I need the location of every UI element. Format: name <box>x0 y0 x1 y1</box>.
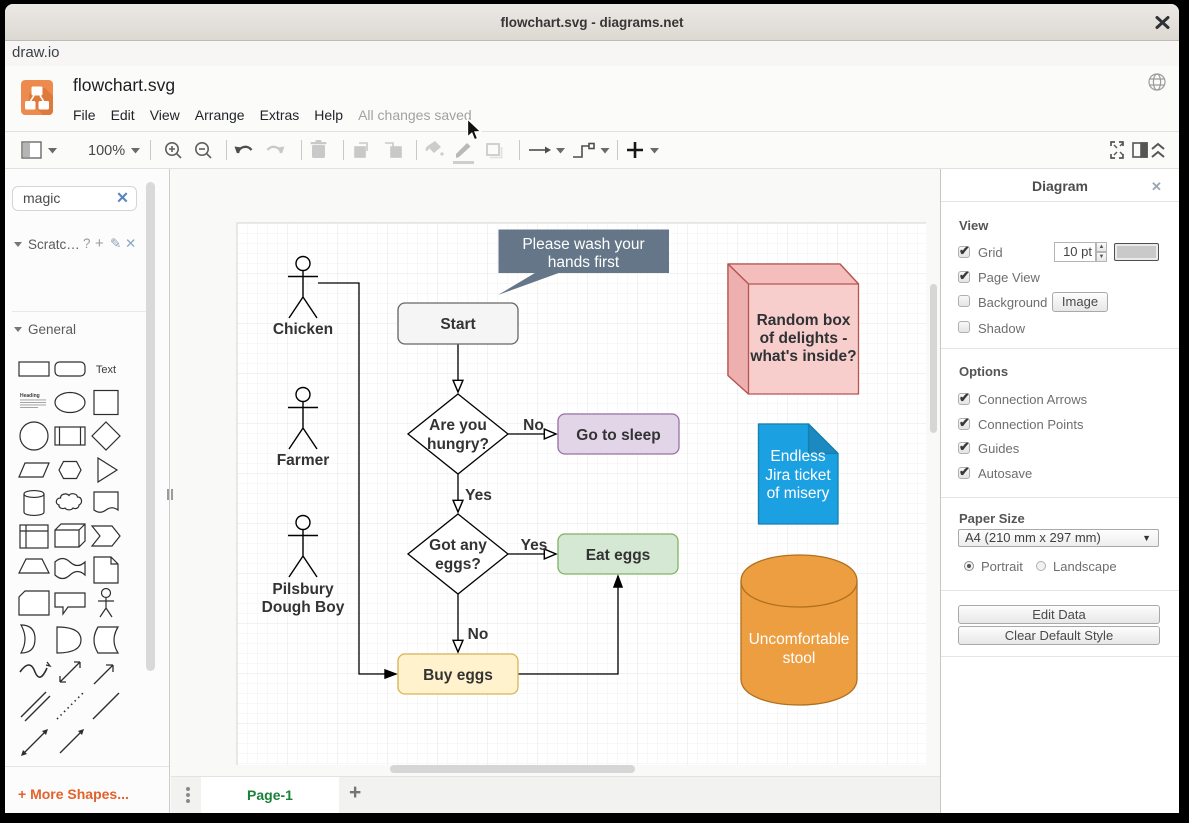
svg-text:what's inside?: what's inside? <box>749 348 856 365</box>
svg-text:Random box: Random box <box>757 312 851 329</box>
svg-text:Are you: Are you <box>429 417 487 434</box>
svg-text:Text: Text <box>96 364 116 376</box>
svg-text:stool: stool <box>783 650 816 667</box>
svg-text:Farmer: Farmer <box>277 452 330 469</box>
svg-text:No: No <box>468 626 489 643</box>
svg-text:Go to sleep: Go to sleep <box>576 427 660 444</box>
svg-text:hands first: hands first <box>548 254 620 271</box>
svg-text:hungry?: hungry? <box>427 436 489 453</box>
svg-text:Eat eggs: Eat eggs <box>586 547 651 564</box>
svg-text:Yes: Yes <box>465 487 492 504</box>
svg-text:Please wash your: Please wash your <box>522 236 644 253</box>
svg-text:Chicken: Chicken <box>273 321 333 338</box>
svg-text:Yes: Yes <box>521 537 548 554</box>
svg-text:Jira ticket: Jira ticket <box>765 467 831 484</box>
svg-text:Dough Boy: Dough Boy <box>262 599 345 616</box>
svg-text:Start: Start <box>440 316 475 333</box>
svg-text:Pilsbury: Pilsbury <box>272 581 334 598</box>
svg-text:No: No <box>523 417 544 434</box>
svg-text:Heading: Heading <box>20 393 40 399</box>
svg-text:Got any: Got any <box>429 537 487 554</box>
svg-text:of delights -: of delights - <box>760 330 848 347</box>
svg-text:of misery: of misery <box>767 485 830 502</box>
svg-text:Buy eggs: Buy eggs <box>423 667 493 684</box>
svg-text:Uncomfortable: Uncomfortable <box>749 631 850 648</box>
svg-text:100%: 100% <box>88 143 125 159</box>
svg-text:Endless: Endless <box>770 448 825 465</box>
svg-text:eggs?: eggs? <box>435 556 481 573</box>
